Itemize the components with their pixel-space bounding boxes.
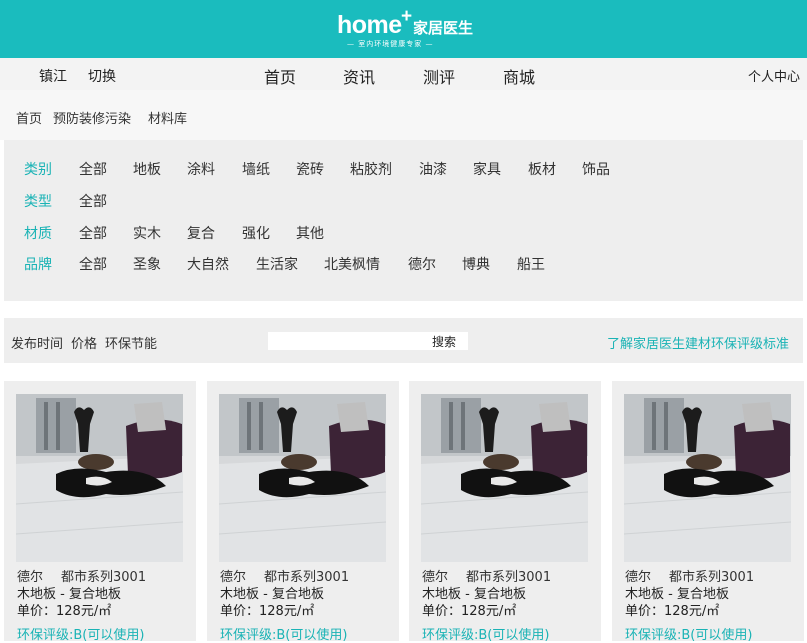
filter-option[interactable]: 博典	[462, 254, 490, 274]
product-card[interactable]: 德尔 都市系列3001 木地板 - 复合地板 单价：128元/㎡ 环保评级:B(可…	[207, 381, 399, 643]
filter-panel: 类别 全部 地板 涂料 墙纸 瓷砖 粘胶剂 油漆 家具 板材 饰品 类型 全部 …	[4, 140, 803, 301]
nav-item-shop[interactable]: 商城	[503, 64, 535, 88]
site-logo[interactable]: home + 家居医生 — 室内环境健康专家 —	[337, 6, 477, 49]
product-price: 单价：128元/㎡	[422, 604, 517, 619]
breadcrumb-home[interactable]: 首页	[16, 108, 42, 127]
search-input[interactable]: 搜索	[268, 332, 468, 350]
filter-option[interactable]: 家具	[473, 159, 501, 179]
logo-home-text: home	[337, 11, 402, 39]
logo-plus-icon: +	[401, 6, 413, 27]
filter-option[interactable]: 全部	[79, 159, 107, 179]
product-image[interactable]	[624, 394, 791, 562]
nav-item-home[interactable]: 首页	[264, 64, 296, 88]
current-city: 镇江	[39, 69, 67, 85]
product-image[interactable]	[421, 394, 588, 562]
filter-option[interactable]: 涂料	[187, 159, 215, 179]
filter-option[interactable]: 其他	[296, 223, 324, 243]
product-card[interactable]: 德尔 都市系列3001 木地板 - 复合地板 单价：128元/㎡ 环保评级:B(可…	[4, 381, 196, 643]
filter-option[interactable]: 全部	[79, 223, 107, 243]
filter-label: 品牌	[24, 257, 52, 273]
filter-option[interactable]: 板材	[528, 159, 556, 179]
product-price: 单价：128元/㎡	[17, 604, 112, 619]
product-card[interactable]: 德尔 都市系列3001 木地板 - 复合地板 单价：128元/㎡ 环保评级:B(可…	[409, 381, 601, 643]
filter-label: 类别	[24, 162, 52, 178]
nav-item-news[interactable]: 资讯	[343, 64, 375, 88]
city-switch-link[interactable]: 切换	[88, 66, 116, 86]
sort-by-eco[interactable]: 环保节能	[105, 333, 157, 352]
filter-option[interactable]: 复合	[187, 223, 215, 243]
filter-option[interactable]: 北美枫情	[324, 254, 380, 274]
product-image[interactable]	[219, 394, 386, 562]
filter-option[interactable]: 船王	[517, 254, 545, 274]
logo-brand-text: 家居医生	[413, 19, 474, 37]
breadcrumb-prevent-pollution[interactable]: 预防装修污染	[53, 108, 131, 127]
site-header: home + 家居医生 — 室内环境健康专家 —	[0, 0, 807, 58]
filter-option[interactable]: 德尔	[408, 254, 436, 274]
filter-option[interactable]: 大自然	[187, 254, 229, 274]
product-price: 单价：128元/㎡	[220, 604, 315, 619]
filter-option[interactable]: 墙纸	[242, 159, 270, 179]
eco-standard-link[interactable]: 了解家居医生建材环保评级标准	[607, 333, 789, 352]
product-eco-grade: 环保评级:B(可以使用)	[17, 628, 145, 643]
filter-option[interactable]: 粘胶剂	[350, 159, 392, 179]
filter-label: 类型	[24, 194, 52, 210]
filter-option[interactable]: 地板	[133, 159, 161, 179]
product-price: 单价：128元/㎡	[625, 604, 720, 619]
breadcrumb-material-library[interactable]: 材料库	[148, 108, 187, 127]
product-card[interactable]: 德尔 都市系列3001 木地板 - 复合地板 单价：128元/㎡ 环保评级:B(可…	[612, 381, 804, 643]
product-image[interactable]	[16, 394, 183, 562]
search-button[interactable]: 搜索	[432, 333, 456, 350]
sort-bar: 发布时间 价格 环保节能 搜索 了解家居医生建材环保评级标准	[4, 318, 803, 363]
user-center-link[interactable]: 个人中心	[748, 66, 800, 85]
breadcrumb: 首页 预防装修污染 材料库	[0, 90, 807, 140]
product-eco-grade: 环保评级:B(可以使用)	[422, 628, 550, 643]
sort-by-price[interactable]: 价格	[71, 333, 97, 352]
filter-label: 材质	[24, 226, 52, 242]
logo-tagline: — 室内环境健康专家 —	[347, 40, 434, 48]
product-eco-grade: 环保评级:B(可以使用)	[220, 628, 348, 643]
filter-option[interactable]: 圣象	[133, 254, 161, 274]
nav-item-review[interactable]: 测评	[423, 64, 455, 88]
product-eco-grade: 环保评级:B(可以使用)	[625, 628, 753, 643]
filter-option[interactable]: 全部	[79, 191, 107, 211]
filter-option[interactable]: 实木	[133, 223, 161, 243]
filter-option[interactable]: 全部	[79, 254, 107, 274]
filter-option[interactable]: 生活家	[256, 254, 298, 274]
filter-option[interactable]: 瓷砖	[296, 159, 324, 179]
main-nav: 镇江 切换 首页 资讯 测评 商城 个人中心	[0, 58, 807, 90]
filter-option[interactable]: 饰品	[582, 159, 610, 179]
sort-by-date[interactable]: 发布时间	[11, 333, 63, 352]
filter-option[interactable]: 油漆	[419, 159, 447, 179]
filter-option[interactable]: 强化	[242, 223, 270, 243]
